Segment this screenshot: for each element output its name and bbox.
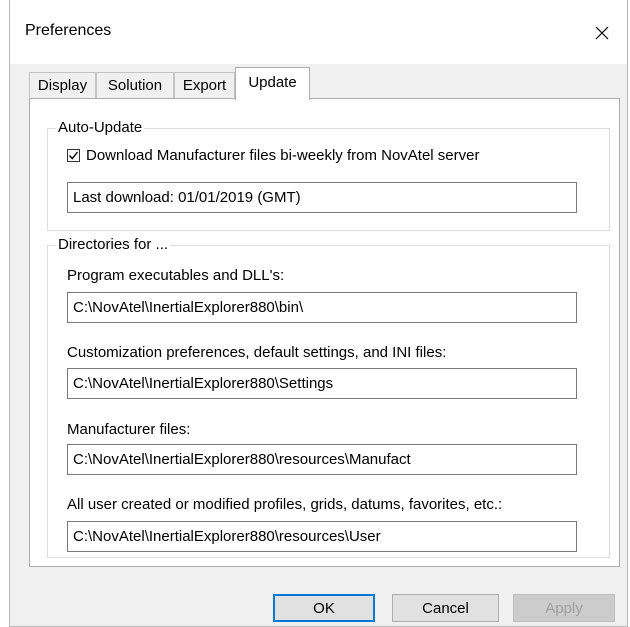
user-files-field[interactable]: C:\NovAtel\InertialExplorer880\resources…: [67, 521, 577, 552]
title-bar: Preferences: [10, 0, 627, 64]
window-title: Preferences: [25, 22, 112, 39]
user-files-label: All user created or modified profiles, g…: [67, 496, 503, 513]
customization-preferences-field[interactable]: C:\NovAtel\InertialExplorer880\Settings: [67, 368, 577, 399]
ok-button[interactable]: OK: [273, 594, 375, 622]
directories-legend: Directories for ...: [56, 236, 171, 254]
manufacturer-files-field[interactable]: C:\NovAtel\InertialExplorer880\resources…: [67, 444, 577, 475]
close-button[interactable]: [587, 18, 617, 48]
manufacturer-files-label: Manufacturer files:: [67, 421, 191, 438]
cancel-button[interactable]: Cancel: [392, 594, 499, 622]
tab-export[interactable]: Export: [174, 72, 235, 98]
last-download-field: Last download: 01/01/2019 (GMT): [67, 182, 577, 213]
apply-button[interactable]: Apply: [513, 594, 615, 622]
auto-update-group: Auto-Update Download Manufacturer files …: [47, 119, 610, 231]
program-executables-label: Program executables and DLL's:: [67, 267, 285, 284]
download-checkbox-row[interactable]: Download Manufacturer files bi-weekly fr…: [67, 147, 479, 164]
customization-preferences-label: Customization preferences, default setti…: [67, 344, 447, 361]
directories-group: Directories for ... Program executables …: [47, 236, 610, 558]
download-checkbox-label: Download Manufacturer files bi-weekly fr…: [86, 147, 480, 164]
tab-update[interactable]: Update: [235, 67, 310, 100]
download-checkbox[interactable]: [67, 149, 80, 162]
preferences-dialog: Preferences Display Solution Export Upda…: [9, 0, 628, 627]
check-icon: [68, 151, 79, 160]
tab-display[interactable]: Display: [29, 72, 96, 98]
auto-update-legend: Auto-Update: [56, 119, 145, 137]
close-icon: [595, 26, 609, 40]
program-executables-field[interactable]: C:\NovAtel\InertialExplorer880\bin\: [67, 292, 577, 323]
update-tab-panel: Auto-Update Download Manufacturer files …: [29, 98, 620, 567]
tab-solution[interactable]: Solution: [96, 72, 174, 98]
